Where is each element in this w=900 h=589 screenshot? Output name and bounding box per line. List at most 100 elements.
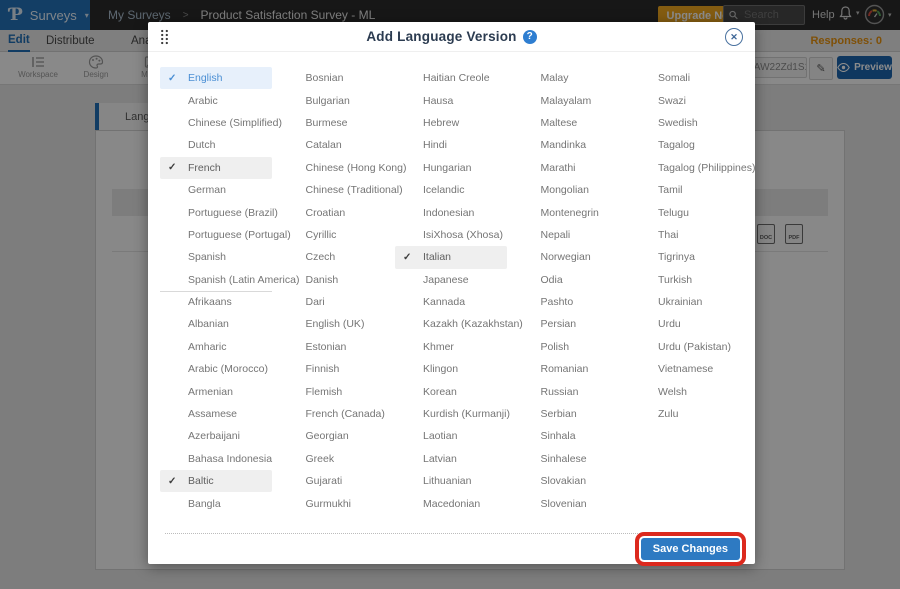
language-option-dari[interactable]: Dari (278, 291, 390, 313)
language-option-kazakh-kazakhstan[interactable]: Kazakh (Kazakhstan) (395, 313, 507, 335)
language-option-french-canada[interactable]: French (Canada) (278, 403, 390, 425)
language-option-baltic[interactable]: ✓Baltic (160, 470, 272, 492)
language-option-hausa[interactable]: Hausa (395, 89, 507, 111)
language-option-korean[interactable]: Korean (395, 380, 507, 402)
language-option-afrikaans[interactable]: Afrikaans (160, 291, 272, 313)
language-option-indonesian[interactable]: Indonesian (395, 201, 507, 223)
language-option-chinese-simplified[interactable]: Chinese (Simplified) (160, 112, 272, 134)
language-option-tigrinya[interactable]: Tigrinya (630, 246, 742, 268)
language-option-danish[interactable]: Danish (278, 269, 390, 291)
language-option-spanish[interactable]: Spanish (160, 246, 272, 268)
close-icon[interactable]: ✕ (725, 28, 743, 46)
language-option-macedonian[interactable]: Macedonian (395, 492, 507, 514)
language-option-polish[interactable]: Polish (513, 336, 625, 358)
language-option-khmer[interactable]: Khmer (395, 336, 507, 358)
language-option-thai[interactable]: Thai (630, 224, 742, 246)
language-option-hindi[interactable]: Hindi (395, 134, 507, 156)
language-option-russian[interactable]: Russian (513, 380, 625, 402)
language-option-pashto[interactable]: Pashto (513, 291, 625, 313)
drag-handle-icon[interactable] (160, 29, 169, 45)
language-option-tagalog[interactable]: Tagalog (630, 134, 742, 156)
language-option-arabic-morocco[interactable]: Arabic (Morocco) (160, 358, 272, 380)
language-option-latvian[interactable]: Latvian (395, 448, 507, 470)
language-option-norwegian[interactable]: Norwegian (513, 246, 625, 268)
language-option-croatian[interactable]: Croatian (278, 201, 390, 223)
language-option-japanese[interactable]: Japanese (395, 269, 507, 291)
language-option-gujarati[interactable]: Gujarati (278, 470, 390, 492)
language-option-swazi[interactable]: Swazi (630, 89, 742, 111)
language-option-spanish-latin-america[interactable]: Spanish (Latin America) (160, 269, 272, 291)
language-option-english[interactable]: ✓English (160, 67, 272, 89)
language-option-catalan[interactable]: Catalan (278, 134, 390, 156)
language-option-malayalam[interactable]: Malayalam (513, 89, 625, 111)
language-option-bosnian[interactable]: Bosnian (278, 67, 390, 89)
language-option-armenian[interactable]: Armenian (160, 380, 272, 402)
language-option-slovakian[interactable]: Slovakian (513, 470, 625, 492)
language-option-gurmukhi[interactable]: Gurmukhi (278, 492, 390, 514)
language-option-italian[interactable]: ✓Italian (395, 246, 507, 268)
language-option-assamese[interactable]: Assamese (160, 403, 272, 425)
language-option-odia[interactable]: Odia (513, 269, 625, 291)
language-option-chinese-hong-kong[interactable]: Chinese (Hong Kong) (278, 157, 390, 179)
language-option-german[interactable]: German (160, 179, 272, 201)
language-option-mongolian[interactable]: Mongolian (513, 179, 625, 201)
language-option-isixhosa-xhosa[interactable]: IsiXhosa (Xhosa) (395, 224, 507, 246)
language-option-chinese-traditional[interactable]: Chinese (Traditional) (278, 179, 390, 201)
language-option-portuguese-brazil[interactable]: Portuguese (Brazil) (160, 201, 272, 223)
language-option-portuguese-portugal[interactable]: Portuguese (Portugal) (160, 224, 272, 246)
language-option-welsh[interactable]: Welsh (630, 380, 742, 402)
language-option-somali[interactable]: Somali (630, 67, 742, 89)
language-option-zulu[interactable]: Zulu (630, 403, 742, 425)
language-option-greek[interactable]: Greek (278, 448, 390, 470)
language-option-persian[interactable]: Persian (513, 313, 625, 335)
language-option-sinhala[interactable]: Sinhala (513, 425, 625, 447)
language-option-urdu[interactable]: Urdu (630, 313, 742, 335)
language-option-maltese[interactable]: Maltese (513, 112, 625, 134)
language-option-turkish[interactable]: Turkish (630, 269, 742, 291)
language-option-malay[interactable]: Malay (513, 67, 625, 89)
language-option-marathi[interactable]: Marathi (513, 157, 625, 179)
language-option-burmese[interactable]: Burmese (278, 112, 390, 134)
language-option-bangla[interactable]: Bangla (160, 492, 272, 514)
language-option-icelandic[interactable]: Icelandic (395, 179, 507, 201)
language-option-urdu-pakistan[interactable]: Urdu (Pakistan) (630, 336, 742, 358)
language-option-amharic[interactable]: Amharic (160, 336, 272, 358)
language-option-serbian[interactable]: Serbian (513, 403, 625, 425)
language-option-klingon[interactable]: Klingon (395, 358, 507, 380)
language-option-tagalog-philippines[interactable]: Tagalog (Philippines) (630, 157, 742, 179)
language-option-lithuanian[interactable]: Lithuanian (395, 470, 507, 492)
language-option-finnish[interactable]: Finnish (278, 358, 390, 380)
language-option-bahasa-indonesia[interactable]: Bahasa Indonesia (160, 448, 272, 470)
language-option-estonian[interactable]: Estonian (278, 336, 390, 358)
language-option-swedish[interactable]: Swedish (630, 112, 742, 134)
language-option-telugu[interactable]: Telugu (630, 201, 742, 223)
language-option-kannada[interactable]: Kannada (395, 291, 507, 313)
language-option-azerbaijani[interactable]: Azerbaijani (160, 425, 272, 447)
language-option-dutch[interactable]: Dutch (160, 134, 272, 156)
language-option-cyrillic[interactable]: Cyrillic (278, 224, 390, 246)
language-option-montenegrin[interactable]: Montenegrin (513, 201, 625, 223)
save-changes-button[interactable]: Save Changes (641, 538, 740, 560)
language-option-vietnamese[interactable]: Vietnamese (630, 358, 742, 380)
language-option-tamil[interactable]: Tamil (630, 179, 742, 201)
language-option-arabic[interactable]: Arabic (160, 89, 272, 111)
language-option-kurdish-kurmanji[interactable]: Kurdish (Kurmanji) (395, 403, 507, 425)
language-option-romanian[interactable]: Romanian (513, 358, 625, 380)
language-option-french[interactable]: ✓French (160, 157, 272, 179)
language-option-hebrew[interactable]: Hebrew (395, 112, 507, 134)
language-option-albanian[interactable]: Albanian (160, 313, 272, 335)
language-option-georgian[interactable]: Georgian (278, 425, 390, 447)
help-icon[interactable]: ? (523, 30, 537, 44)
language-option-english-uk[interactable]: English (UK) (278, 313, 390, 335)
language-option-bulgarian[interactable]: Bulgarian (278, 89, 390, 111)
language-option-ukrainian[interactable]: Ukrainian (630, 291, 742, 313)
language-option-sinhalese[interactable]: Sinhalese (513, 448, 625, 470)
language-option-nepali[interactable]: Nepali (513, 224, 625, 246)
language-option-haitian-creole[interactable]: Haitian Creole (395, 67, 507, 89)
language-option-flemish[interactable]: Flemish (278, 380, 390, 402)
language-option-laotian[interactable]: Laotian (395, 425, 507, 447)
language-option-slovenian[interactable]: Slovenian (513, 492, 625, 514)
language-option-mandinka[interactable]: Mandinka (513, 134, 625, 156)
language-option-czech[interactable]: Czech (278, 246, 390, 268)
language-option-hungarian[interactable]: Hungarian (395, 157, 507, 179)
